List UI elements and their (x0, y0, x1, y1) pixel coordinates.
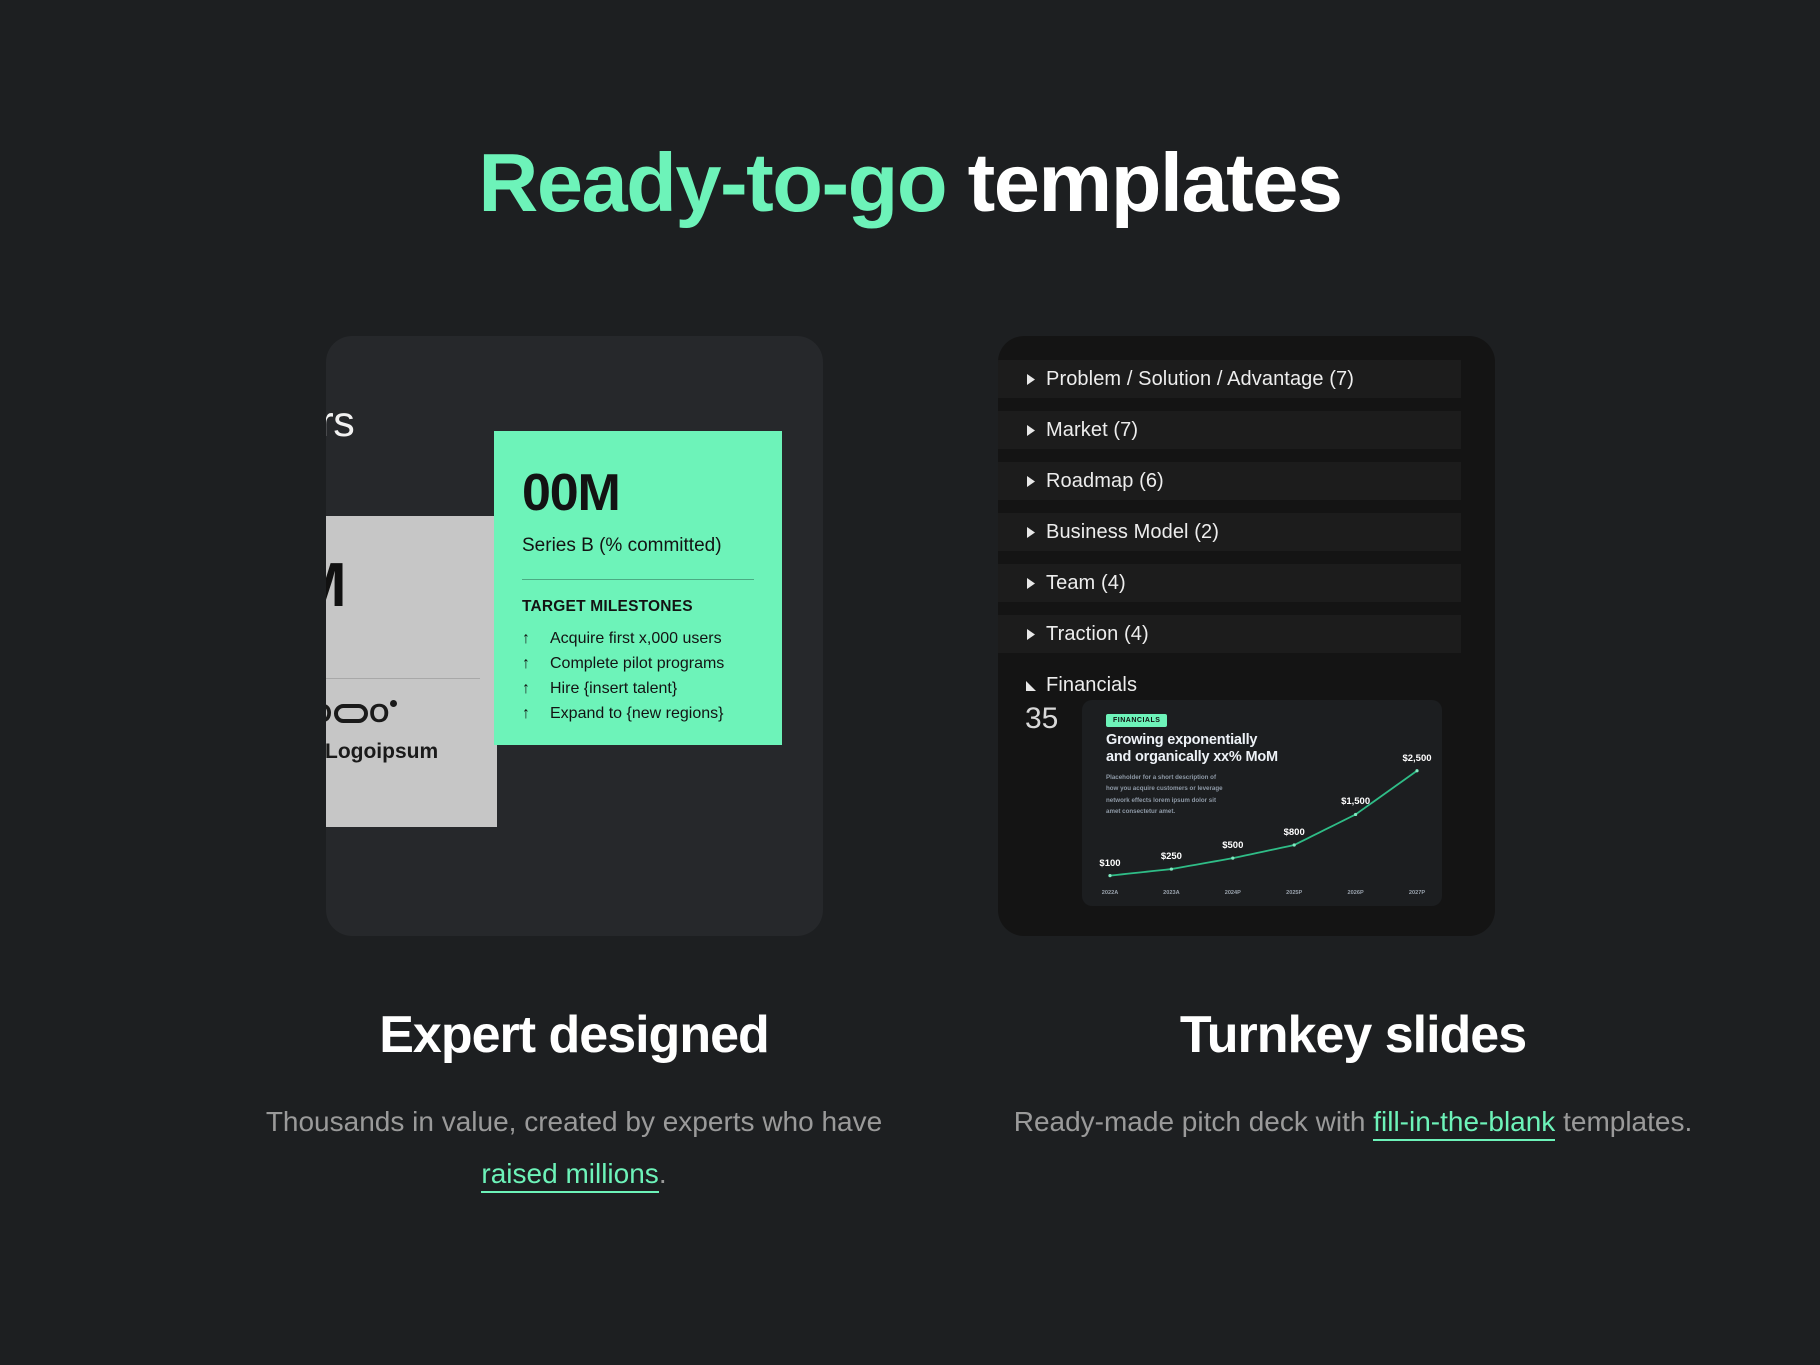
sidebar-item-financials[interactable]: Financials (998, 666, 1461, 704)
logoipsum-text: Logoipsum (326, 740, 439, 763)
x-axis-tick-label: 2025P (1286, 890, 1303, 896)
milestone-label: Expand to {new regions} (550, 705, 724, 722)
sidebar-item-label: Roadmap (6) (1046, 469, 1164, 492)
data-point-label: $800 (1283, 827, 1305, 839)
data-point (1354, 812, 1358, 817)
data-point (1169, 867, 1173, 871)
logo-dot-icon (390, 700, 398, 707)
financials-slide-thumbnail[interactable]: FINANCIALS Growing exponentially and org… (1082, 700, 1442, 906)
sidebar-item-roadmap[interactable]: Roadmap (6) (998, 462, 1461, 500)
grey-slide-divider (326, 678, 480, 679)
x-axis-tick-label: 2024P (1224, 890, 1241, 896)
left-slide-title: ors (326, 398, 355, 446)
arrow-up-icon: ↑ (522, 630, 530, 647)
sidebar-item-label: Financials (1046, 673, 1138, 696)
milestone-label: Hire {insert talent} (550, 680, 678, 697)
funding-mint-panel: 00M Series B (% committed) TARGET MILEST… (494, 431, 782, 745)
caption-title: Expert designed (379, 1006, 770, 1064)
list-item: ↑ Hire {insert talent} (522, 676, 754, 701)
chevron-right-icon (1016, 373, 1046, 386)
list-item: ↑ Complete pilot programs (522, 651, 754, 676)
logoipsum-wordmark: Logoipsum (326, 740, 438, 764)
list-item: ↑ Expand to {new regions} (522, 701, 754, 726)
caption-body-before: Thousands in value, created by experts w… (265, 1106, 883, 1137)
sidebar-item-label: Business Model (2) (1046, 520, 1219, 543)
list-item: ↑ Acquire first x,000 users (522, 626, 754, 651)
funding-amount: 00M (522, 464, 621, 522)
x-axis-tick-label: 2023A (1163, 890, 1180, 896)
sidebar-item-label: Traction (4) (1046, 622, 1149, 645)
logo-pill-icon (334, 704, 369, 723)
chevron-down-icon (1016, 679, 1046, 692)
chevron-right-icon (1016, 526, 1046, 539)
arrow-up-icon: ↑ (522, 705, 530, 722)
data-point-label: $500 (1222, 840, 1244, 852)
x-axis-tick-label: 2026P (1347, 890, 1364, 896)
data-point (1415, 769, 1419, 773)
grey-sub-slide: M #) LOO Logoipsum (326, 516, 497, 827)
data-point-label: $2,500 (1402, 752, 1432, 764)
funding-subtitle: Series B (% committed) (522, 535, 722, 556)
data-point-label: $250 (1160, 851, 1182, 863)
x-axis-tick-label: 2027P (1408, 890, 1426, 896)
arrow-up-icon: ↑ (522, 680, 530, 697)
caption-body: Thousands in value, created by experts w… (224, 1096, 924, 1200)
arrow-up-icon: ↑ (522, 655, 530, 672)
data-point (1108, 874, 1112, 878)
expert-designed-preview-card[interactable]: ors M #) LOO Logoipsum 00M Series B (% c… (326, 336, 823, 936)
sidebar-item-problem-solution-advantage[interactable]: Problem / Solution / Advantage (7) (998, 360, 1461, 398)
sidebar-item-traction[interactable]: Traction (4) (998, 615, 1461, 653)
caption-title: Turnkey slides (1179, 1006, 1527, 1064)
page-title-accent: Ready-to-go (478, 136, 947, 229)
x-axis-tick-label: 2022A (1101, 890, 1119, 896)
chevron-right-icon (1016, 628, 1046, 641)
milestone-label: Acquire first x,000 users (550, 630, 722, 647)
data-point (1292, 843, 1296, 847)
caption-body: Ready-made pitch deck with fill-in-the-b… (1003, 1096, 1703, 1148)
caption-body-before: Ready-made pitch deck with (1013, 1106, 1374, 1137)
data-point-label: $100 (1099, 857, 1121, 869)
logo-wordmark-text: LO (326, 698, 333, 729)
grey-slide-value: M (326, 550, 347, 621)
turnkey-slides-caption: Turnkey slides Ready-made pitch deck wit… (1003, 1005, 1703, 1148)
target-milestones-list: ↑ Acquire first x,000 users ↑ Complete p… (522, 626, 754, 726)
sidebar-item-team[interactable]: Team (4) (998, 564, 1461, 602)
page-title-rest: templates (946, 136, 1343, 229)
page-root: Ready-to-go templates ors M #) LOO Logoi… (0, 0, 1820, 1365)
chevron-right-icon (1016, 577, 1046, 590)
sidebar-item-label: Market (7) (1046, 418, 1139, 441)
milestone-label: Complete pilot programs (550, 655, 725, 672)
sidebar-item-market[interactable]: Market (7) (998, 411, 1461, 449)
sidebar-item-label: Team (4) (1046, 571, 1126, 594)
caption-body-after: . (658, 1158, 667, 1189)
target-milestones-heading: TARGET MILESTONES (522, 598, 693, 615)
revenue-growth-line-chart (1108, 769, 1419, 878)
chevron-right-icon (1016, 475, 1046, 488)
expert-designed-caption: Expert designed Thousands in value, crea… (224, 1005, 924, 1200)
chevron-right-icon (1016, 424, 1046, 437)
sidebar-item-label: Problem / Solution / Advantage (7) (1046, 367, 1355, 390)
caption-body-after: templates. (1555, 1106, 1693, 1137)
page-title: Ready-to-go templates (0, 137, 1820, 228)
fill-in-the-blank-link[interactable]: fill-in-the-blank (1373, 1106, 1556, 1141)
data-point (1231, 856, 1235, 860)
sidebar-item-business-model[interactable]: Business Model (2) (998, 513, 1461, 551)
data-point-label: $1,500 (1341, 796, 1371, 808)
logo-wordmark: LOO (326, 698, 398, 729)
mint-divider (522, 579, 754, 580)
raised-millions-link[interactable]: raised millions (481, 1158, 659, 1193)
slide-number: 35 (1025, 702, 1059, 735)
